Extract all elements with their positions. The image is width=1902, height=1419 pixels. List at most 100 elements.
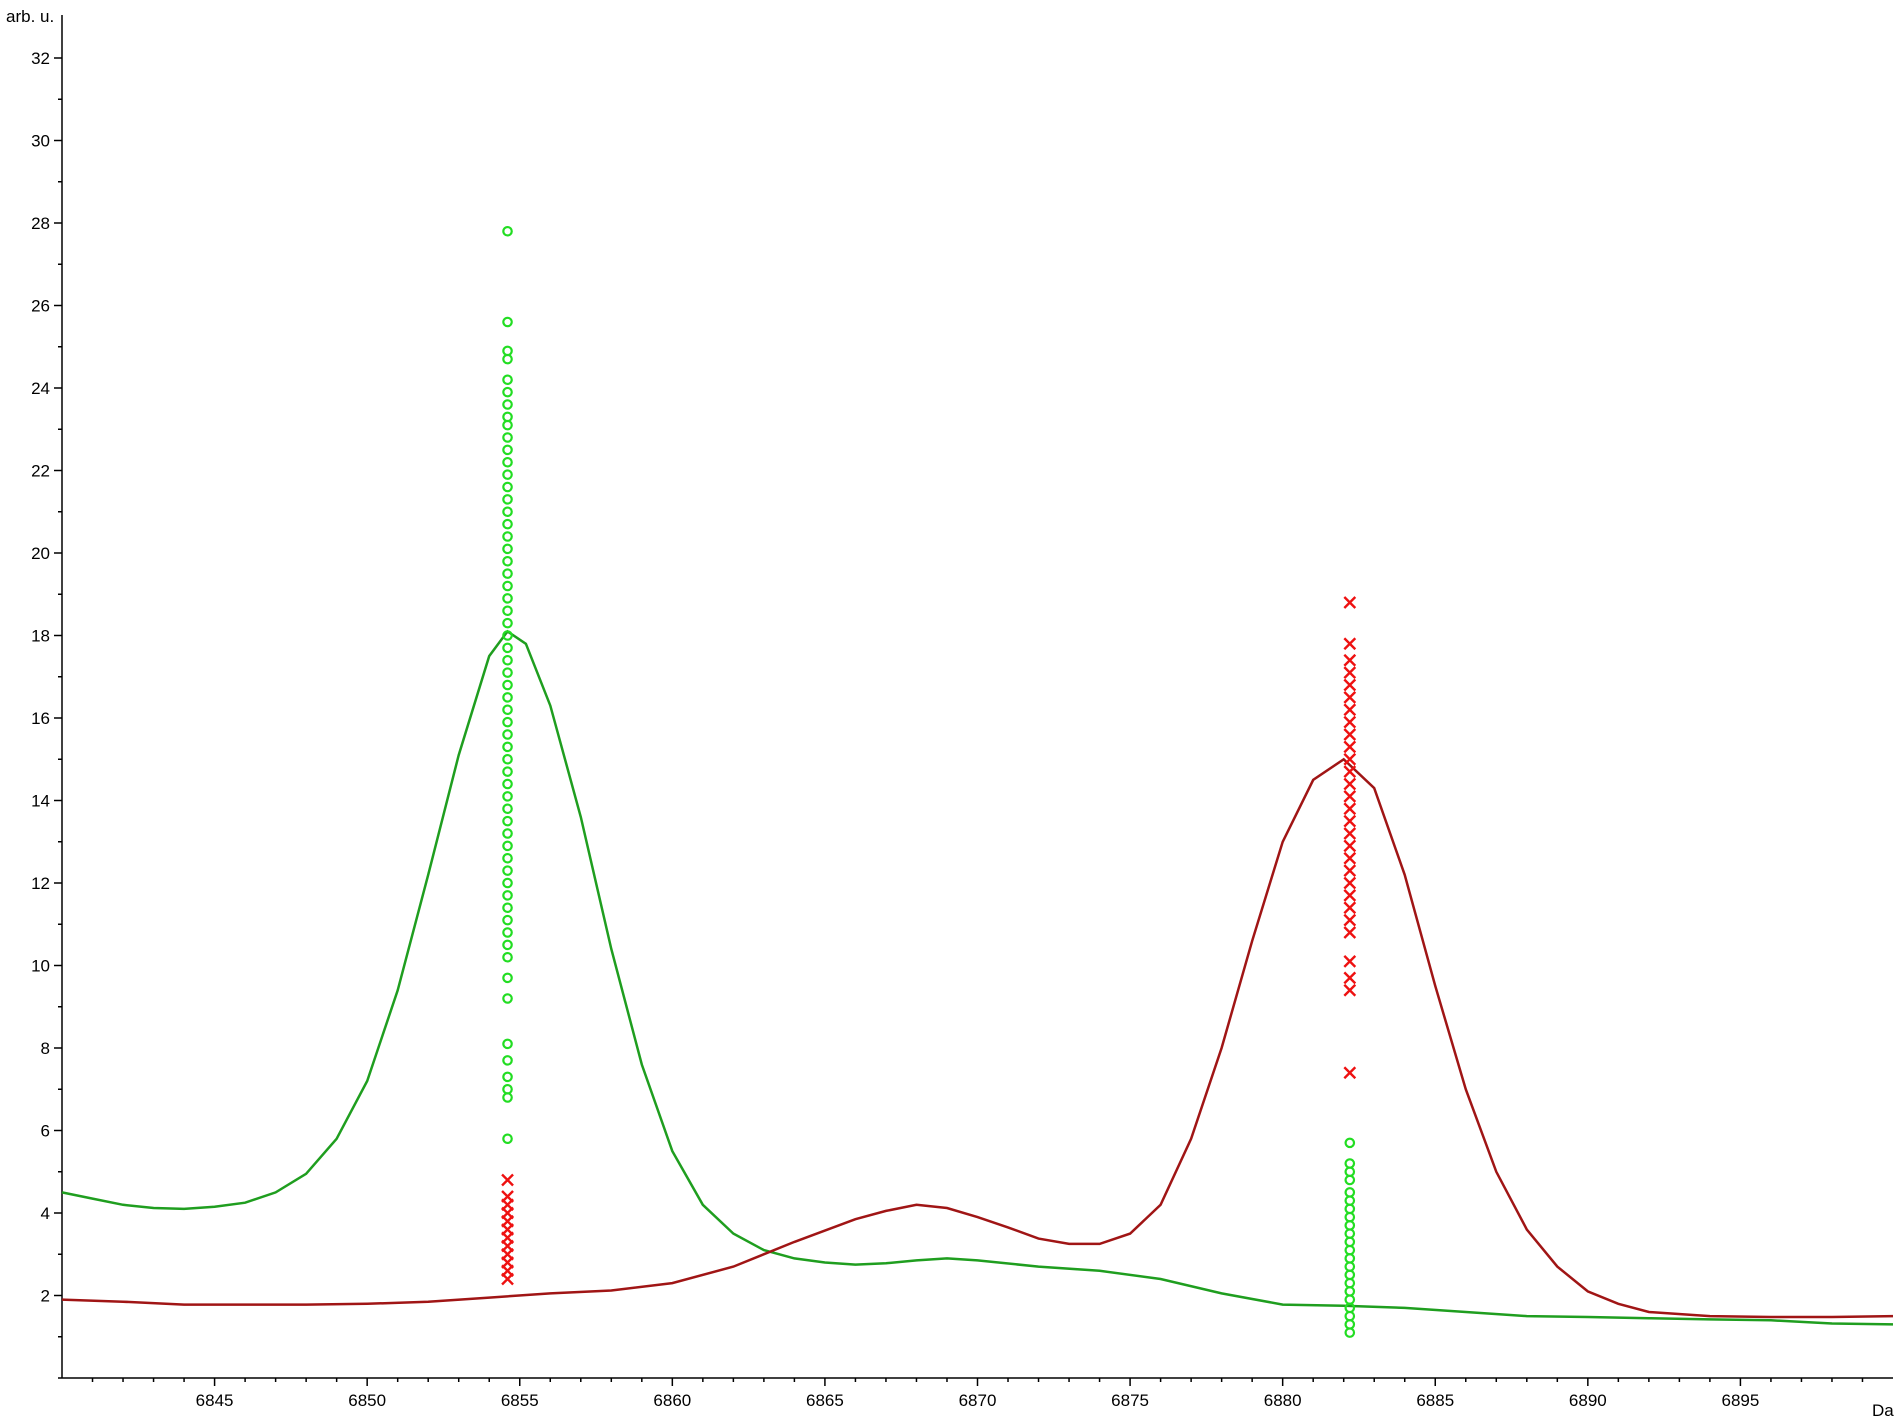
scatter-point-circle bbox=[502, 444, 513, 456]
scatter-point-circle bbox=[502, 704, 513, 716]
scatter-point-circle bbox=[1344, 1327, 1356, 1338]
scatter-point-circle bbox=[1344, 1166, 1356, 1178]
x-tick-label: 6890 bbox=[1569, 1391, 1607, 1410]
scatter-point-circle bbox=[1344, 1228, 1356, 1239]
scatter-point-cross bbox=[1343, 827, 1357, 840]
scatter-point-circle bbox=[502, 803, 513, 815]
scatter-point-cross bbox=[1343, 703, 1357, 717]
scatter-point-circle bbox=[502, 518, 513, 530]
scatter-point-circle bbox=[502, 951, 513, 963]
x-tick-label: 6860 bbox=[653, 1391, 691, 1410]
scatter-point-circle bbox=[1344, 1319, 1356, 1330]
x-tick-label: 6880 bbox=[1264, 1391, 1302, 1410]
series-line-2 bbox=[61, 757, 1894, 1319]
scatter-point-cross bbox=[1343, 983, 1357, 997]
y-tick-label: 12 bbox=[31, 874, 50, 893]
scatter-point-cross bbox=[1343, 777, 1357, 791]
mass-spectrum-chart: 24681012141618202224262830326845 6850 6855… bbox=[6, 7, 1894, 1419]
scatter-point-circle bbox=[502, 432, 513, 443]
scatter-point-circle bbox=[502, 345, 513, 357]
scatter-point-cross bbox=[1343, 596, 1357, 609]
scatter-point-circle bbox=[502, 877, 513, 889]
scatter-point-circle bbox=[502, 617, 513, 629]
scatter-point-circle bbox=[1344, 1277, 1356, 1289]
scatter-point-circle bbox=[502, 828, 513, 839]
series-line-1 bbox=[61, 629, 1894, 1326]
scatter-point-cross bbox=[1343, 971, 1357, 985]
x-axis-unit-label: Da bbox=[1872, 1401, 1894, 1419]
y-tick-label: 20 bbox=[31, 544, 50, 563]
scatter-point-circle bbox=[502, 927, 513, 938]
x-tick-label: 6885 bbox=[1416, 1391, 1454, 1410]
y-tick-label: 18 bbox=[31, 627, 50, 646]
y-tick-label: 32 bbox=[31, 49, 50, 68]
scatter-point-circle bbox=[502, 593, 513, 604]
scatter-point-cross bbox=[1343, 1066, 1357, 1080]
scatter-point-circle bbox=[502, 225, 513, 237]
x-tick-label: 6895 bbox=[1722, 1391, 1760, 1410]
scatter-point-circle bbox=[1344, 1211, 1356, 1223]
scatter-point-circle bbox=[1344, 1203, 1356, 1215]
scatter-point-circle bbox=[502, 692, 513, 703]
scatter-point-cross bbox=[1343, 913, 1357, 927]
scatter-point-circle bbox=[502, 1092, 513, 1103]
scatter-point-circle bbox=[1344, 1294, 1356, 1305]
scatter-point-circle bbox=[1344, 1236, 1356, 1248]
scatter-point-circle bbox=[502, 840, 513, 852]
scatter-point-circle bbox=[502, 386, 513, 398]
scatter-point-circle bbox=[502, 914, 513, 926]
y-tick-label: 24 bbox=[31, 379, 50, 398]
scatter-point-circle bbox=[1344, 1220, 1356, 1231]
scatter-point-circle bbox=[502, 353, 513, 365]
scatter-point-circle bbox=[502, 815, 513, 827]
x-tick-label: 6865 bbox=[806, 1391, 844, 1410]
scatter-point-cross bbox=[1343, 889, 1357, 902]
x-tick-label: 6845 bbox=[196, 1391, 234, 1410]
plot-area bbox=[61, 225, 1894, 1338]
scatter-point-circle bbox=[502, 1038, 513, 1050]
scatter-point-cross bbox=[1343, 765, 1357, 778]
scatter-point-circle bbox=[1344, 1269, 1356, 1281]
scatter-point-cross bbox=[1343, 926, 1357, 939]
scatter-point-cross bbox=[1343, 851, 1357, 865]
y-tick-label: 28 bbox=[31, 214, 50, 233]
scatter-point-cross bbox=[1343, 876, 1357, 890]
y-tick-label: 14 bbox=[31, 792, 50, 811]
scatter-point-circle bbox=[502, 778, 513, 790]
y-tick-label: 8 bbox=[41, 1039, 50, 1058]
scatter-point-circle bbox=[502, 972, 513, 984]
scatter-point-cross bbox=[1343, 955, 1357, 968]
scatter-point-circle bbox=[502, 605, 513, 617]
scatter-point-cross bbox=[1343, 839, 1357, 853]
x-tick-label: 6855 bbox=[501, 1391, 539, 1410]
scatter-point-circle bbox=[502, 555, 513, 567]
scatter-point-cross bbox=[1343, 901, 1357, 915]
scatter-point-circle bbox=[502, 753, 513, 765]
scatter-point-circle bbox=[502, 766, 513, 777]
scatter-point-cross bbox=[1343, 666, 1357, 679]
scatter-point-circle bbox=[1344, 1174, 1356, 1186]
scatter-point-circle bbox=[502, 374, 513, 386]
x-tick-label: 6875 bbox=[1111, 1391, 1149, 1410]
y-tick-label: 6 bbox=[41, 1122, 50, 1141]
scatter-point-circle bbox=[502, 852, 513, 864]
scatter-point-circle bbox=[502, 939, 513, 951]
scatter-point-cross bbox=[1343, 715, 1357, 729]
scatter-point-circle bbox=[502, 506, 513, 518]
scatter-point-circle bbox=[502, 316, 513, 328]
scatter-point-cross bbox=[1343, 678, 1357, 692]
scatter-point-circle bbox=[502, 494, 513, 505]
scatter-point-circle bbox=[502, 580, 513, 592]
x-tick-label: 6850 bbox=[348, 1391, 386, 1410]
scatter-point-cross bbox=[1343, 790, 1357, 803]
scatter-point-circle bbox=[502, 1055, 513, 1066]
scatter-point-circle bbox=[502, 902, 513, 914]
scatter-point-cross bbox=[1343, 864, 1357, 877]
scatter-point-circle bbox=[502, 568, 513, 579]
axes: 24681012141618202224262830326845 6850 6855… bbox=[31, 15, 1893, 1410]
scatter-point-circle bbox=[1344, 1195, 1356, 1206]
scatter-point-circle bbox=[502, 1133, 513, 1145]
y-tick-label: 22 bbox=[31, 462, 50, 481]
scatter-point-circle bbox=[502, 642, 513, 654]
scatter-point-cross bbox=[1343, 728, 1357, 741]
